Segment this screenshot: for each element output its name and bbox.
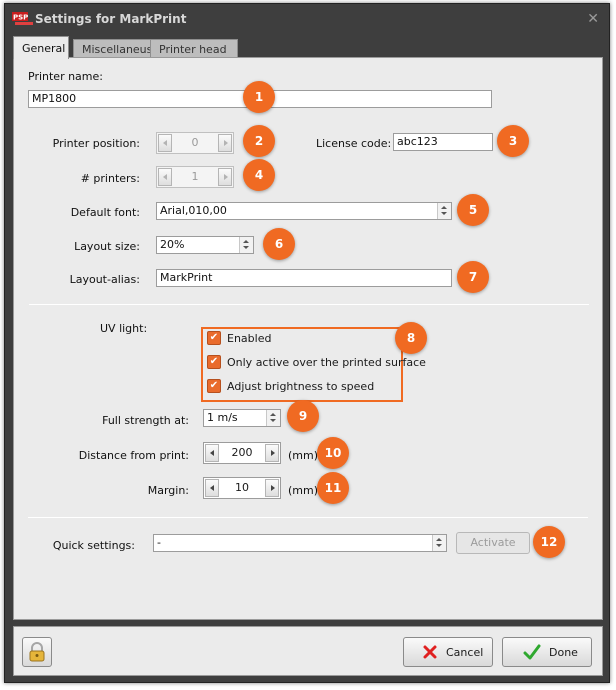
- annotation-badge-12: 12: [533, 526, 565, 558]
- uv-only-printed-surface-label: Only active over the printed surface: [227, 356, 426, 369]
- arrow-right-icon: [271, 485, 275, 491]
- default-font-value: Arial,010,00: [160, 204, 227, 217]
- app-logo-icon: PSP: [12, 12, 33, 25]
- distance-from-print-stepper[interactable]: 200: [203, 442, 281, 464]
- annotation-badge-1: 1: [243, 81, 275, 113]
- checkmark-icon: ✔: [207, 355, 221, 369]
- lock-button[interactable]: [22, 637, 52, 667]
- lock-icon: [29, 642, 45, 662]
- annotation-badge-8: 8: [395, 322, 427, 354]
- arrow-left-icon: [163, 174, 167, 180]
- quick-settings-select[interactable]: -: [153, 534, 447, 552]
- annotation-badge-2: 2: [243, 125, 275, 157]
- separator: [29, 304, 589, 305]
- increment-button[interactable]: [265, 479, 279, 497]
- layout-size-select[interactable]: 20%: [156, 236, 254, 254]
- cancel-button[interactable]: Cancel: [403, 637, 493, 667]
- red-x-icon: [423, 645, 437, 659]
- svg-text:PSP: PSP: [13, 14, 28, 22]
- default-font-label: Default font:: [70, 206, 140, 219]
- increment-button[interactable]: [218, 134, 232, 152]
- spin-arrows-icon[interactable]: [266, 410, 280, 426]
- uv-adjust-brightness-label: Adjust brightness to speed: [227, 380, 375, 393]
- settings-dialog: PSP Settings for MarkPrint ✕ General Mis…: [4, 3, 610, 683]
- license-code-label: License code:: [316, 137, 392, 150]
- quick-settings-value: -: [157, 536, 161, 549]
- decrement-button[interactable]: [205, 479, 219, 497]
- arrow-right-icon: [271, 450, 275, 456]
- tab-bar: General Miscellaneus Printer head: [13, 36, 603, 59]
- tab-printer-head[interactable]: Printer head: [150, 39, 238, 58]
- window-title: Settings for MarkPrint: [35, 12, 187, 26]
- printer-position-label: Printer position:: [52, 137, 140, 150]
- annotation-badge-11: 11: [317, 472, 349, 504]
- annotation-badge-3: 3: [497, 125, 529, 157]
- arrow-right-icon: [224, 174, 228, 180]
- arrow-left-icon: [210, 485, 214, 491]
- layout-size-value: 20%: [160, 238, 185, 251]
- checkmark-icon: ✔: [207, 331, 221, 345]
- title-bar: PSP Settings for MarkPrint ✕: [5, 4, 609, 36]
- done-label: Done: [549, 646, 578, 659]
- distance-unit-label: (mm): [288, 449, 319, 462]
- increment-button[interactable]: [218, 168, 232, 186]
- spin-arrows-icon[interactable]: [432, 535, 446, 551]
- num-printers-stepper[interactable]: 1: [156, 166, 234, 188]
- printer-name-label: Printer name:: [28, 70, 103, 83]
- printer-position-value: 0: [191, 136, 199, 149]
- layout-alias-label: Layout-alias:: [69, 273, 140, 286]
- done-button[interactable]: Done: [502, 637, 592, 667]
- close-icon[interactable]: ✕: [587, 11, 599, 27]
- arrow-left-icon: [163, 140, 167, 146]
- layout-size-label: Layout size:: [74, 240, 140, 253]
- num-printers-label: # printers:: [80, 172, 140, 185]
- printer-position-stepper[interactable]: 0: [156, 132, 234, 154]
- spin-arrows-icon[interactable]: [437, 203, 451, 219]
- num-printers-value: 1: [191, 170, 199, 183]
- distance-from-print-value: 200: [231, 446, 253, 459]
- annotation-badge-7: 7: [457, 261, 489, 293]
- full-strength-value: 1 m/s: [207, 411, 238, 424]
- decrement-button[interactable]: [205, 444, 219, 462]
- margin-stepper[interactable]: 10: [203, 477, 281, 499]
- full-strength-select[interactable]: 1 m/s: [203, 409, 281, 427]
- checkmark-icon: ✔: [207, 379, 221, 393]
- annotation-badge-5: 5: [457, 194, 489, 226]
- annotation-badge-9: 9: [287, 400, 319, 432]
- cancel-label: Cancel: [446, 646, 484, 659]
- arrow-left-icon: [210, 450, 214, 456]
- green-check-icon: [523, 644, 541, 660]
- annotation-badge-4: 4: [243, 159, 275, 191]
- arrow-right-icon: [224, 140, 228, 146]
- spin-arrows-icon[interactable]: [239, 237, 253, 253]
- uv-light-label: UV light:: [100, 322, 148, 335]
- annotation-badge-6: 6: [263, 228, 295, 260]
- default-font-select[interactable]: Arial,010,00: [156, 202, 452, 220]
- decrement-button[interactable]: [158, 134, 172, 152]
- decrement-button[interactable]: [158, 168, 172, 186]
- margin-unit-label: (mm): [288, 484, 319, 497]
- tab-miscellaneus[interactable]: Miscellaneus: [73, 39, 153, 58]
- dialog-footer: Cancel Done: [13, 626, 603, 676]
- margin-label: Margin:: [147, 484, 189, 497]
- margin-value: 10: [235, 481, 249, 494]
- layout-alias-input[interactable]: MarkPrint: [156, 269, 452, 287]
- distance-from-print-label: Distance from print:: [78, 449, 189, 462]
- license-code-input[interactable]: abc123: [393, 133, 493, 151]
- annotation-badge-10: 10: [317, 437, 349, 469]
- uv-enabled-label: Enabled: [227, 332, 272, 345]
- tab-general[interactable]: General: [13, 36, 69, 59]
- separator: [28, 517, 588, 518]
- full-strength-label: Full strength at:: [102, 414, 189, 427]
- activate-button[interactable]: Activate: [456, 532, 530, 554]
- increment-button[interactable]: [265, 444, 279, 462]
- quick-settings-label: Quick settings:: [52, 539, 135, 552]
